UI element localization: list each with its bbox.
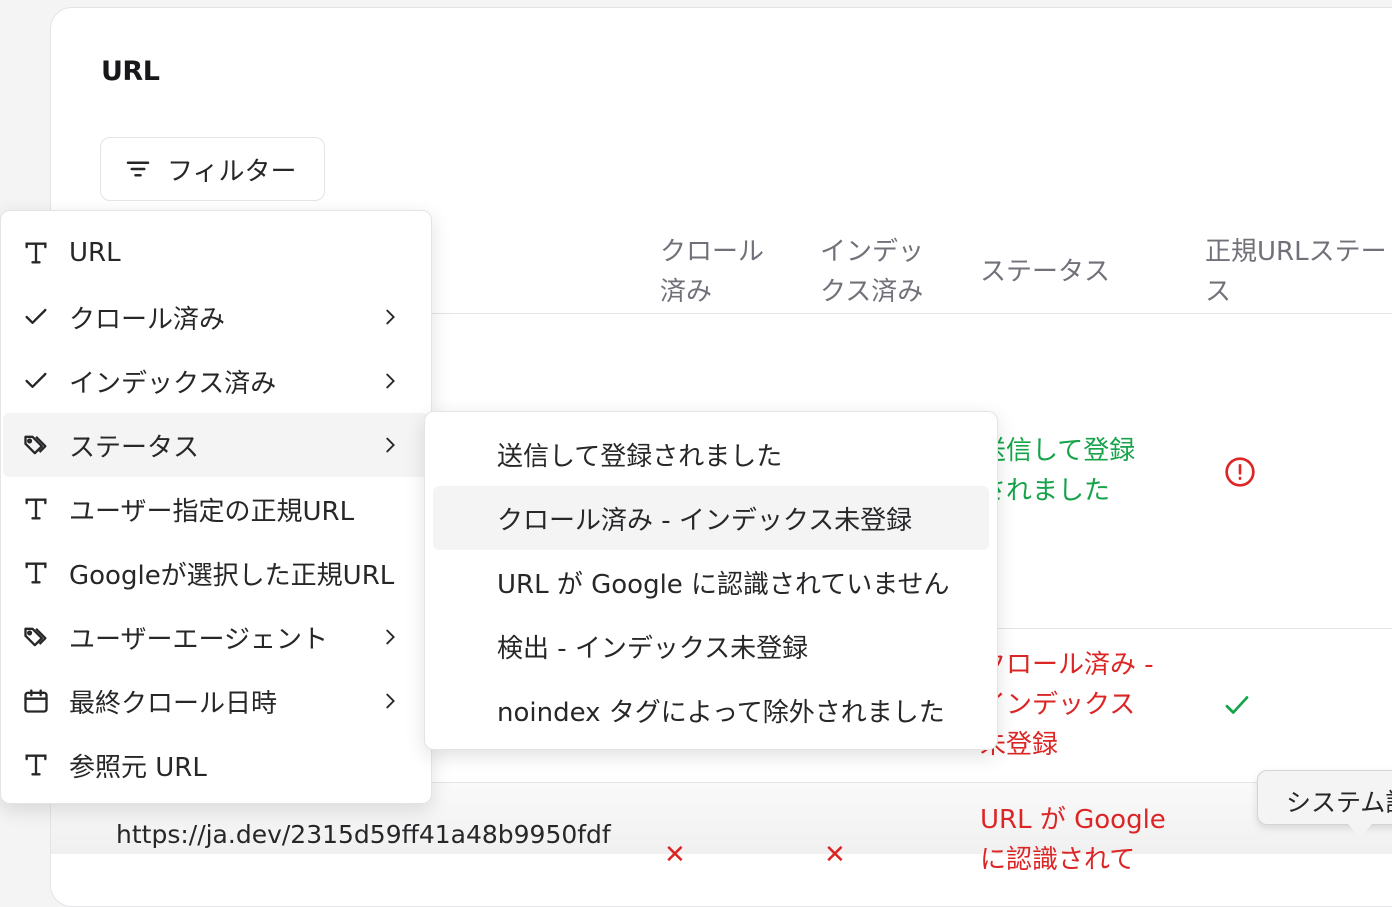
menu-item-user-agent[interactable]: ユーザーエージェント <box>3 605 429 669</box>
menu-item-label: ステータス <box>69 432 200 463</box>
tags-icon <box>21 622 51 652</box>
column-header-canonical-status[interactable]: 正規URLステー ス <box>1205 232 1387 312</box>
filter-icon <box>126 161 150 177</box>
menu-item-label: URL <box>69 238 121 268</box>
header-crawled-line2: 済み <box>660 277 713 307</box>
submenu-item-discovered-not-indexed[interactable]: 検出 - インデックス未登録 <box>433 614 989 678</box>
text-icon <box>21 750 51 780</box>
column-header-crawled[interactable]: クロール 済み <box>660 232 764 312</box>
row1-status: 送信して登録 されました <box>980 431 1135 511</box>
row3-crawled-x-icon: ✕ <box>664 840 686 870</box>
menu-item-url[interactable]: URL <box>3 221 429 285</box>
tooltip-arrow <box>1348 824 1372 838</box>
submenu-item-noindex-excluded[interactable]: noindex タグによって除外されました <box>433 678 989 742</box>
menu-item-crawled[interactable]: クロール済み <box>3 285 429 349</box>
row2-status-line1: クロール済み - <box>980 650 1154 680</box>
row3-status-line2: に認識されて <box>980 845 1136 875</box>
filter-button[interactable]: フィルター <box>100 137 325 201</box>
menu-item-referrer-url[interactable]: 参照元 URL <box>3 733 429 797</box>
menu-item-status[interactable]: ステータス <box>3 413 429 477</box>
tags-icon <box>21 430 51 460</box>
header-canonical-line2: ス <box>1205 277 1232 307</box>
menu-item-indexed[interactable]: インデックス済み <box>3 349 429 413</box>
chevron-right-icon <box>386 629 395 645</box>
tooltip: システム設 <box>1257 770 1392 825</box>
alert-circle-icon <box>1225 457 1255 487</box>
header-canonical-line1: 正規URLステー <box>1205 237 1387 267</box>
menu-item-label: 最終クロール日時 <box>69 688 278 719</box>
menu-item-label: ユーザー指定の正規URL <box>69 496 355 527</box>
page-title: URL <box>101 56 160 87</box>
row2-status: クロール済み - インデックス 未登録 <box>980 645 1154 765</box>
row1-status-line1: 送信して登録 <box>980 436 1136 466</box>
check-icon <box>21 302 51 332</box>
menu-item-label: ユーザーエージェント <box>69 624 328 655</box>
text-icon <box>21 238 51 268</box>
header-indexed-line1: インデッ <box>820 237 925 267</box>
row2-status-line2: インデックス <box>980 690 1136 720</box>
text-icon <box>21 558 51 588</box>
menu-item-user-canonical[interactable]: ユーザー指定の正規URL <box>3 477 429 541</box>
status-submenu: 送信して登録されました クロール済み - インデックス未登録 URL が Goo… <box>424 411 998 750</box>
row3-status-line1: URL が Google <box>980 805 1166 835</box>
menu-item-label: 参照元 URL <box>69 752 207 783</box>
row1-status-line2: されました <box>980 476 1111 506</box>
filter-button-label: フィルター <box>167 156 297 187</box>
row3-indexed-x-icon: ✕ <box>824 840 846 870</box>
row2-status-line3: 未登録 <box>980 730 1059 760</box>
menu-item-label: クロール済み <box>69 304 226 335</box>
submenu-item-crawled-not-indexed[interactable]: クロール済み - インデックス未登録 <box>433 486 989 550</box>
calendar-icon <box>21 686 51 716</box>
menu-item-label: インデックス済み <box>69 368 277 399</box>
submenu-item-url-unknown[interactable]: URL が Google に認識されていません <box>433 550 989 614</box>
header-indexed-line2: クス済み <box>820 277 924 307</box>
menu-item-google-canonical[interactable]: Googleが選択した正規URL <box>3 541 429 605</box>
text-icon <box>21 494 51 524</box>
header-crawled-line1: クロール <box>660 237 765 267</box>
chevron-right-icon <box>386 437 395 453</box>
chevron-right-icon <box>386 309 395 325</box>
row3-status: URL が Google に認識されて <box>980 800 1166 880</box>
column-header-status[interactable]: ステータス <box>980 252 1110 292</box>
check-icon <box>1225 696 1249 714</box>
column-header-indexed[interactable]: インデッ クス済み <box>820 232 924 312</box>
chevron-right-icon <box>386 693 395 709</box>
row3-url: https://ja.dev/2315d59ff41a48b9950fdf <box>116 820 611 849</box>
submenu-item-submitted-indexed[interactable]: 送信して登録されました <box>433 422 989 486</box>
chevron-right-icon <box>386 373 395 389</box>
check-icon <box>21 366 51 396</box>
filter-menu: URL クロール済み インデックス済み ステータス ユーザー指定の正規URL G… <box>0 210 432 804</box>
menu-item-last-crawl[interactable]: 最終クロール日時 <box>3 669 429 733</box>
menu-item-label: Googleが選択した正規URL <box>69 560 395 591</box>
